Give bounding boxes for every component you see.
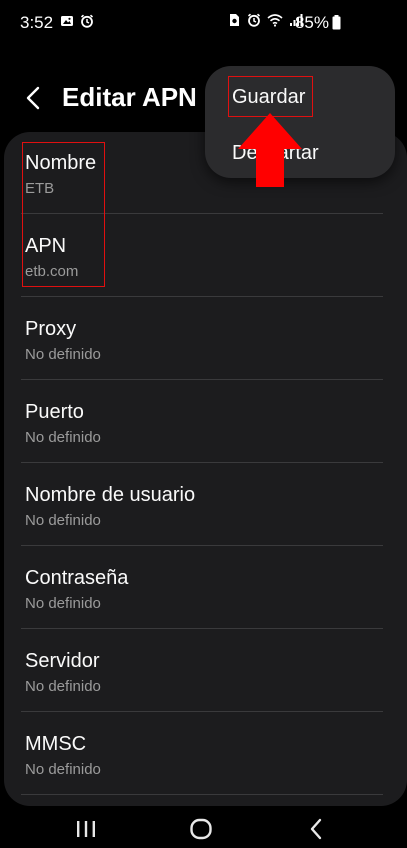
item-value: No definido <box>25 346 101 363</box>
alarm-icon <box>80 14 94 28</box>
item-label: Nombre de usuario <box>25 484 196 506</box>
highlight-box-guardar <box>228 76 313 117</box>
item-label: Servidor <box>25 650 100 672</box>
chevron-left-icon[interactable] <box>18 82 50 114</box>
highlight-box-fields <box>22 142 105 287</box>
list-item-puerto[interactable]: Puerto No definido <box>4 381 407 463</box>
item-label: Contraseña <box>25 567 129 589</box>
divider <box>21 794 383 795</box>
status-time: 3:52 <box>20 13 54 32</box>
item-value: No definido <box>25 678 101 695</box>
list-item-servidor[interactable]: Servidor No definido <box>4 630 407 712</box>
item-value: No definido <box>25 761 101 778</box>
divider <box>21 296 383 297</box>
home-icon[interactable] <box>181 812 221 842</box>
divider <box>21 462 383 463</box>
list-item-proxy[interactable]: Proxy No definido <box>4 298 407 380</box>
recents-icon[interactable] <box>66 812 106 842</box>
item-value: No definido <box>25 512 101 529</box>
list-item-usuario[interactable]: Nombre de usuario No definido <box>4 464 407 546</box>
alarm-icon <box>247 13 261 27</box>
list-item-contrasena[interactable]: Contraseña No definido <box>4 547 407 629</box>
item-label: Puerto <box>25 401 84 423</box>
divider <box>21 379 383 380</box>
battery-percent: 85% <box>294 13 329 32</box>
wifi-icon <box>267 14 283 27</box>
red-arrow-icon <box>238 113 302 187</box>
battery-icon <box>332 15 341 30</box>
item-label: Proxy <box>25 318 77 340</box>
navigation-bar <box>0 806 407 848</box>
status-bar: 3:52 85% <box>0 0 407 46</box>
back-icon[interactable] <box>296 812 336 842</box>
divider <box>21 545 383 546</box>
page-title: Editar APN <box>62 82 197 112</box>
item-label: MMSC <box>25 733 87 755</box>
sim-icon <box>230 14 239 26</box>
item-value: No definido <box>25 595 101 612</box>
image-icon <box>61 16 73 26</box>
item-value: No definido <box>25 429 101 446</box>
divider <box>21 628 383 629</box>
divider <box>21 711 383 712</box>
list-item-mmsc[interactable]: MMSC No definido <box>4 713 407 795</box>
